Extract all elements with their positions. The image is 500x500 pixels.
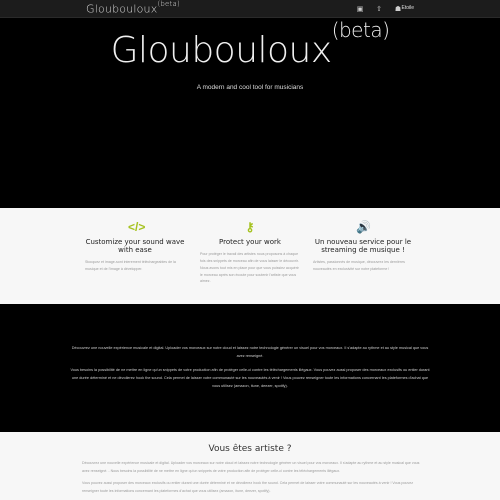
feature-text: Pour protéger le travail des artistes no… bbox=[200, 252, 299, 284]
feature-title: Protect your work bbox=[219, 238, 281, 246]
feature-protect: ⚷ Protect your work Pour protéger le tra… bbox=[200, 208, 300, 285]
navbar-brand[interactable]: Gloubouloux(beta) bbox=[86, 0, 180, 16]
hero-subtitle: A modern and cool tool for musicians bbox=[196, 84, 304, 91]
feature-title: Customize your sound wave with ease bbox=[85, 238, 185, 255]
navbar-brand-beta: (beta) bbox=[157, 0, 180, 8]
dark-paragraph: Découvrez une nouvelle expérience musica… bbox=[71, 346, 429, 358]
feature-text: Stocquez et image-sont interement téléch… bbox=[85, 260, 176, 271]
navbar-icons: ▣ ⇧ ☗ bbox=[355, 4, 403, 14]
video-icon[interactable]: ▣ bbox=[355, 4, 365, 14]
code-slash-icon: </> bbox=[128, 220, 146, 234]
feature-customize: </> Customize your sound wave with ease … bbox=[85, 208, 185, 273]
hero-title-beta: (beta) bbox=[331, 18, 390, 42]
artist-body: Découvrez une nouvelle expérience musica… bbox=[82, 460, 422, 495]
nav-link-etoile[interactable]: Etoile bbox=[401, 5, 414, 11]
artist-title: Vous êtes artiste ? bbox=[208, 444, 292, 454]
upload-icon[interactable]: ⇧ bbox=[374, 4, 384, 14]
features-section: </> Customize your sound wave with ease … bbox=[0, 208, 500, 304]
dark-description-section: Découvrez une nouvelle expérience musica… bbox=[70, 345, 430, 391]
hero-title: Gloubouloux(beta) bbox=[0, 18, 500, 71]
hero-title-text: Gloubouloux bbox=[110, 30, 333, 71]
key-icon: ⚷ bbox=[245, 220, 255, 234]
navbar-brand-name: Gloubouloux bbox=[86, 2, 158, 16]
navbar: Gloubouloux(beta) ▣ ⇧ ☗ Etoile bbox=[0, 0, 500, 18]
feature-text: Artistes, passionnés de musique, découvr… bbox=[313, 260, 405, 271]
artist-section: Vous êtes artiste ? Découvrez une nouvel… bbox=[0, 432, 500, 500]
artist-paragraph: Vous pouvez aussi proposer des morceaux … bbox=[82, 481, 414, 493]
artist-paragraph: Découvrez une nouvelle expérience musica… bbox=[82, 461, 420, 473]
feature-title: Un nouveau service pour le streaming de … bbox=[314, 238, 412, 255]
dark-paragraph: Vous besoins la possibilité de ne mettre… bbox=[70, 367, 430, 388]
feature-streaming: 🔊 Un nouveau service pour le streaming d… bbox=[313, 208, 413, 273]
speaker-icon: 🔊 bbox=[356, 220, 371, 234]
